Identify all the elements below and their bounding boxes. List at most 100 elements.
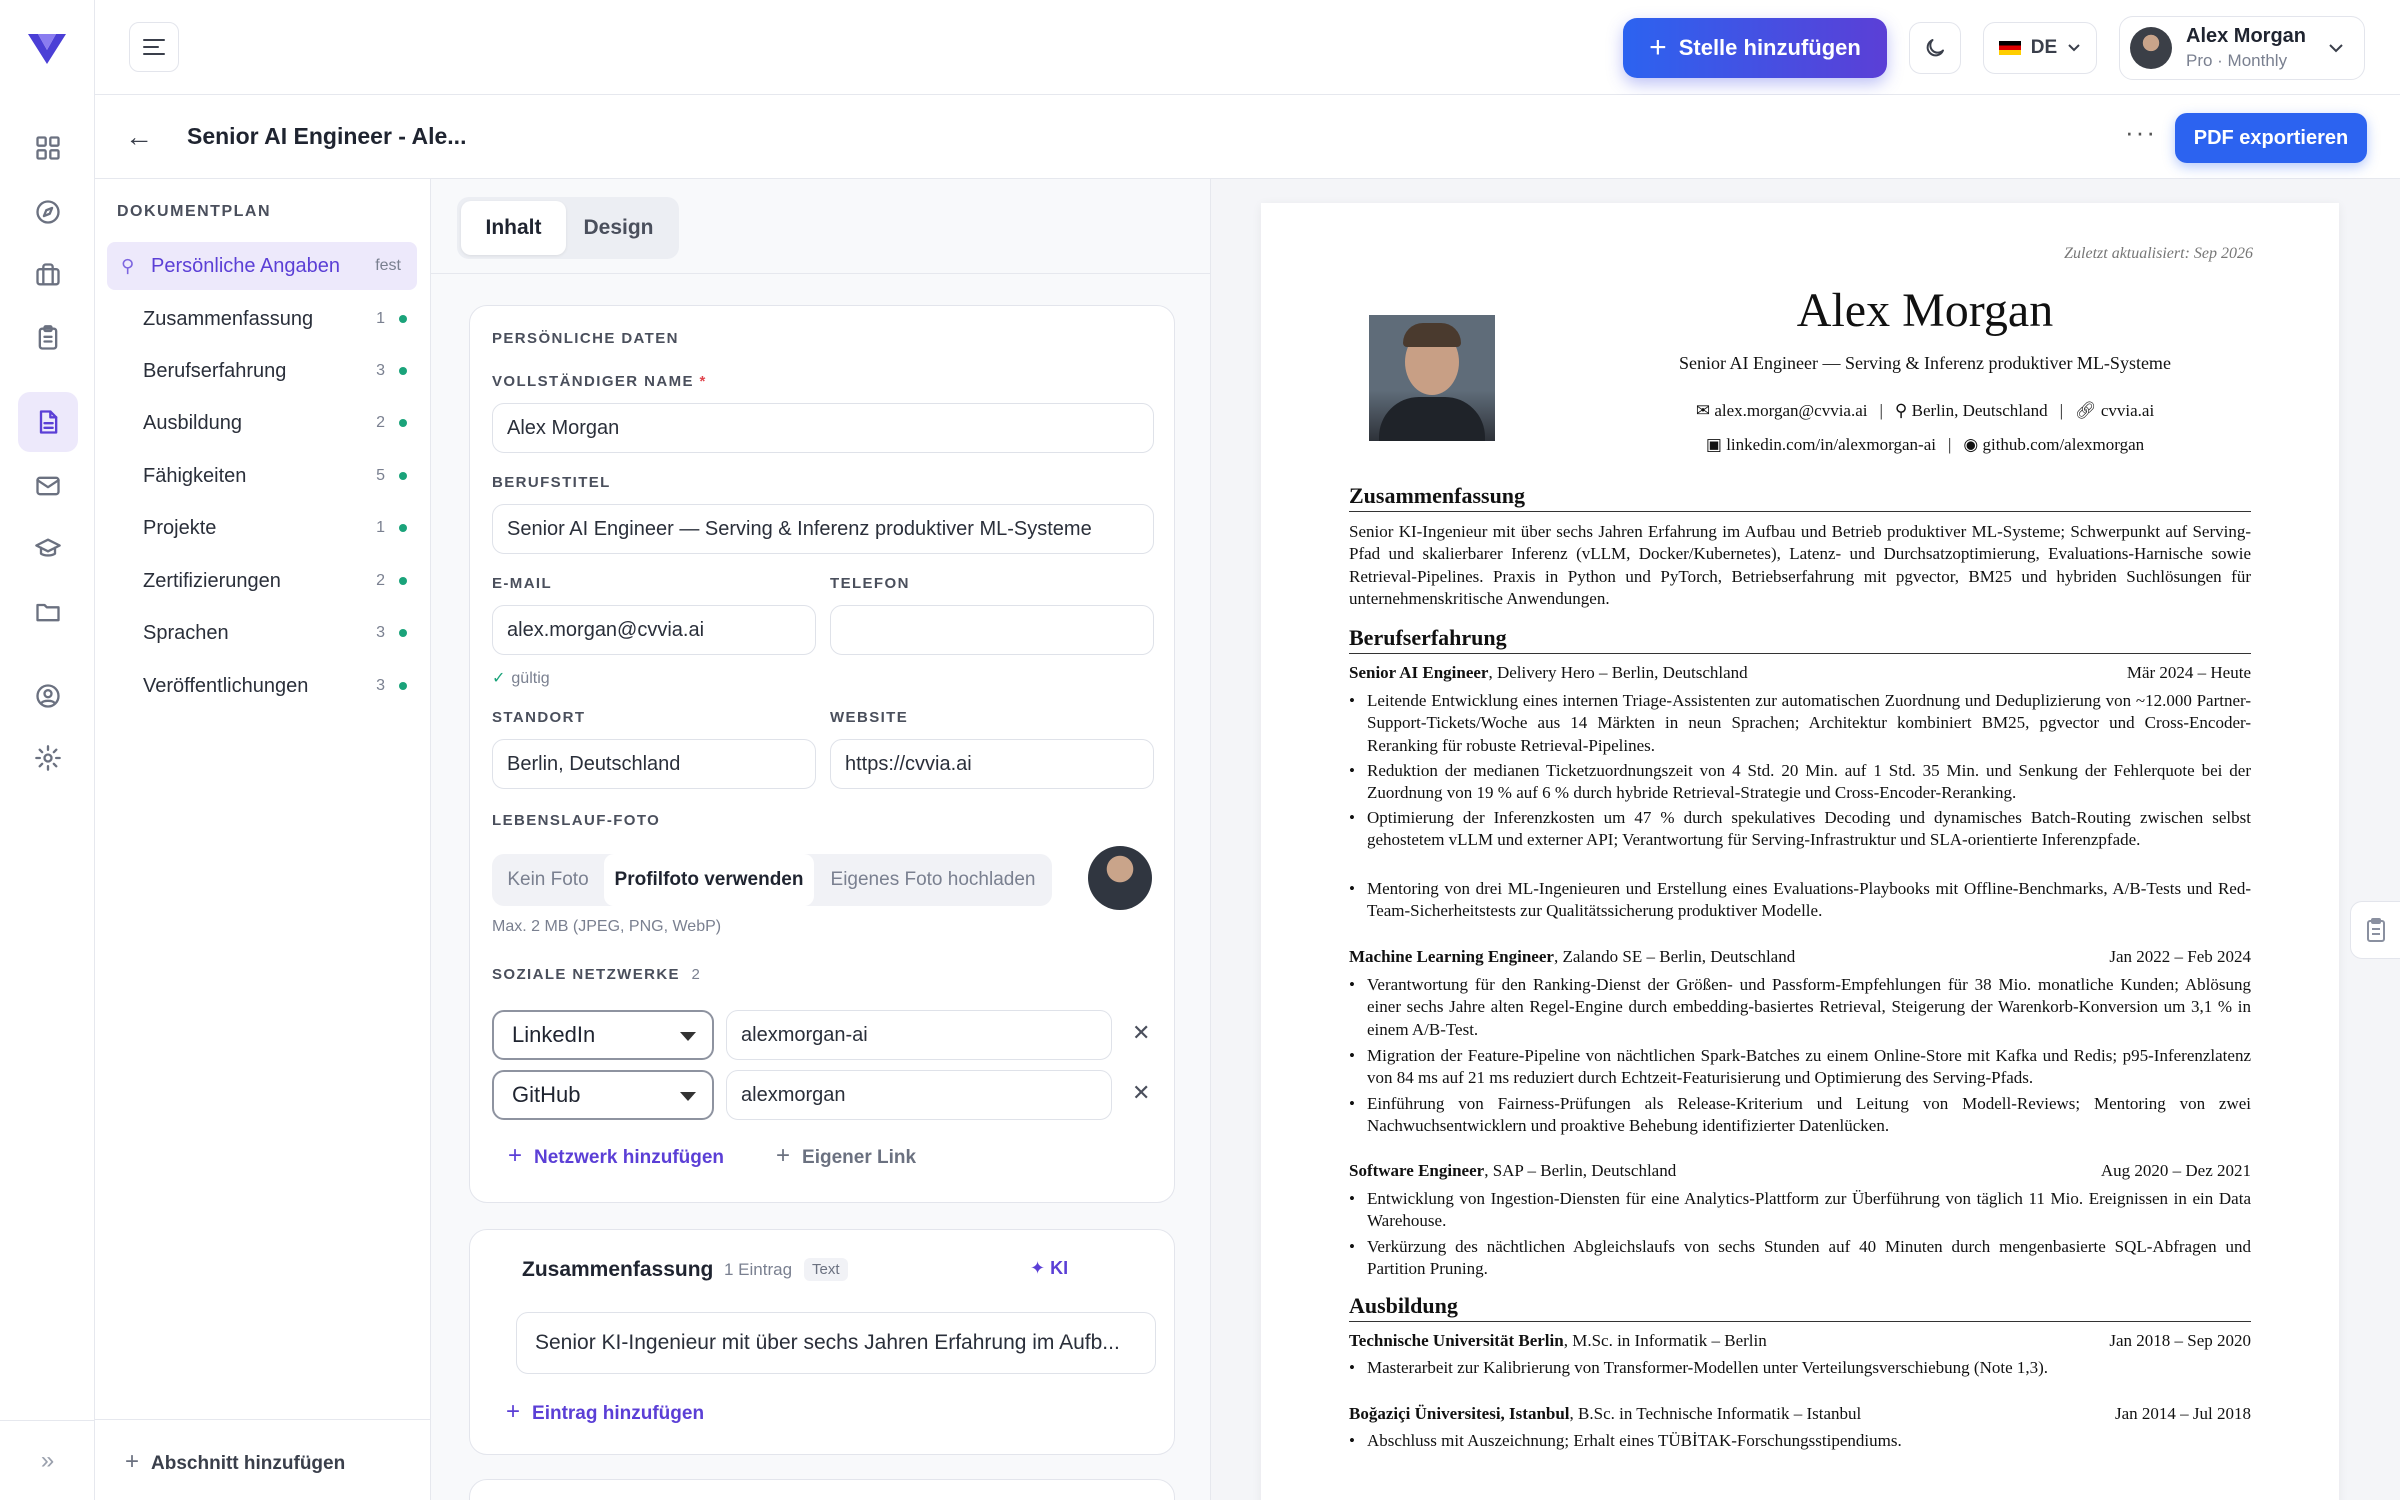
tab-design[interactable]: Design: [566, 201, 671, 255]
plan-item-label: Projekte: [143, 516, 217, 539]
german-flag-icon: [1998, 41, 2021, 55]
summary-entry-count: 1 Eintrag: [724, 1260, 793, 1279]
cv-bullet: Verkürzung des nächtlichen Abgleichslauf…: [1349, 1236, 2251, 1281]
plan-item-label: Sprachen: [143, 621, 229, 644]
cv-job-header: Software Engineer, SAP – Berlin, Deutsch…: [1349, 1161, 2251, 1180]
plan-item-publications[interactable]: Veröffentlichungen 3: [107, 662, 417, 710]
graduation-cap-icon[interactable]: [28, 529, 68, 569]
email-field[interactable]: alex.morgan@cvvia.ai: [492, 605, 816, 655]
add-job-label: Stelle hinzufügen: [1678, 35, 1861, 60]
job-title-label: BERUFSTITEL: [492, 474, 611, 491]
floating-clipboard-button[interactable]: [2350, 901, 2400, 959]
location-field[interactable]: Berlin, Deutschland: [492, 739, 816, 789]
compass-icon[interactable]: [28, 192, 68, 232]
cv-education-heading: Ausbildung: [1349, 1293, 2251, 1322]
plan-item-count: 3: [376, 624, 385, 641]
cv-summary-heading: Zusammenfassung: [1349, 483, 2251, 512]
social-network-select[interactable]: LinkedIn: [492, 1010, 714, 1060]
cv-location: Berlin, Deutschland: [1911, 401, 2048, 420]
link-icon: 🔗︎: [2074, 401, 2101, 420]
cv-email: alex.morgan@cvvia.ai: [1714, 401, 1868, 420]
job-title-field[interactable]: Senior AI Engineer — Serving & Inferenz …: [492, 504, 1154, 554]
photo-option-profile[interactable]: Profilfoto verwenden: [604, 854, 814, 906]
cv-role: Senior AI Engineer — Serving & Inferenz …: [1679, 353, 2171, 373]
photo-option-upload[interactable]: Eigenes Foto hochladen: [814, 854, 1052, 906]
folder-icon[interactable]: [28, 592, 68, 632]
cv-bullet: Reduktion der medianen Ticketzuordnungsz…: [1349, 760, 2251, 805]
cv-contact-line-1: ✉ alex.morgan@cvvia.ai | ⚲ Berlin, Deutsch…: [1695, 401, 2155, 420]
document-header: ← Senior AI Engineer - Ale... ··· PDF ex…: [95, 95, 2400, 179]
document-icon[interactable]: [18, 392, 78, 452]
back-arrow-icon[interactable]: ←: [125, 121, 153, 153]
check-icon: ✓: [492, 670, 506, 687]
plan-item-count: 3: [376, 362, 385, 379]
close-icon[interactable]: ✕: [1132, 1020, 1150, 1046]
dashboard-icon[interactable]: [28, 128, 68, 168]
summary-entry-field[interactable]: Senior KI-Ingenieur mit über sechs Jahre…: [516, 1312, 1156, 1374]
plus-icon: +: [506, 1398, 521, 1425]
photo-option-selector: Kein Foto Profilfoto verwenden Eigenes F…: [492, 854, 1052, 906]
close-icon[interactable]: ✕: [1132, 1080, 1150, 1106]
social-networks-label: SOZIALE NETZWERKE 2: [492, 966, 702, 983]
photo-option-none[interactable]: Kein Foto: [492, 854, 604, 906]
tab-content[interactable]: Inhalt: [461, 201, 566, 255]
language-label: DE: [2030, 37, 2058, 58]
app-logo[interactable]: [26, 28, 68, 68]
profile-photo-thumbnail: [1088, 846, 1152, 910]
editor-panel: Inhalt Design PERSÖNLICHE DATEN VOLLSTÄN…: [431, 179, 1211, 1500]
cv-bullet: Optimierung der Inferenzkosten um 47 % d…: [1349, 807, 2251, 852]
editor-tabs: Inhalt Design: [457, 197, 679, 259]
add-job-button[interactable]: + Stelle hinzufügen: [1623, 18, 1887, 78]
language-select[interactable]: DE: [1983, 22, 2097, 74]
github-icon: ◉: [1963, 435, 1983, 454]
phone-field[interactable]: [830, 605, 1154, 655]
cv-experience-heading: Berufserfahrung: [1349, 625, 2251, 654]
next-section-card: [469, 1479, 1175, 1500]
summary-title: Zusammenfassung: [522, 1258, 714, 1281]
export-pdf-button[interactable]: PDF exportieren: [2175, 113, 2367, 163]
cv-document: Zuletzt aktualisiert: Sep 2026 Alex Morg…: [1261, 203, 2339, 1500]
plan-item-languages[interactable]: Sprachen 3: [107, 609, 417, 657]
divider: [431, 273, 1210, 274]
mail-icon[interactable]: [28, 466, 68, 506]
add-entry-button[interactable]: + Eintrag hinzufügen: [506, 1398, 704, 1426]
user-circle-icon[interactable]: [28, 676, 68, 716]
more-options-icon[interactable]: ···: [2125, 117, 2157, 148]
gear-icon[interactable]: [28, 738, 68, 778]
plan-item-skills[interactable]: Fähigkeiten 5: [107, 452, 417, 500]
social-handle-field[interactable]: alexmorgan: [726, 1070, 1112, 1120]
personal-data-card: PERSÖNLICHE DATEN VOLLSTÄNDIGER NAME * A…: [469, 305, 1175, 1203]
plan-item-summary[interactable]: Zusammenfassung 1: [107, 295, 417, 343]
ai-assist-button[interactable]: ✦ KI: [1030, 1258, 1068, 1279]
plan-item-experience[interactable]: Berufserfahrung 3: [107, 347, 417, 395]
cv-website: cvvia.ai: [2100, 401, 2155, 420]
full-name-field[interactable]: Alex Morgan: [492, 403, 1154, 453]
plan-item-certifications[interactable]: Zertifizierungen 2: [107, 557, 417, 605]
social-handle-field[interactable]: alexmorgan-ai: [726, 1010, 1112, 1060]
cv-education-header: Boğaziçi Üniversitesi, Istanbul, B.Sc. i…: [1349, 1404, 2251, 1423]
add-network-button[interactable]: + Netzwerk hinzufügen: [508, 1142, 724, 1170]
plan-item-label: Ausbildung: [143, 411, 242, 434]
plan-item-education[interactable]: Ausbildung 2: [107, 399, 417, 447]
cv-preview-pane: Zuletzt aktualisiert: Sep 2026 Alex Morg…: [1211, 179, 2400, 1500]
plan-item-projects[interactable]: Projekte 1: [107, 504, 417, 552]
plan-item-count: 2: [376, 414, 385, 431]
custom-link-button[interactable]: + Eigener Link: [776, 1142, 916, 1170]
clipboard-icon[interactable]: [28, 318, 68, 358]
website-field[interactable]: https://cvvia.ai: [830, 739, 1154, 789]
social-network-select[interactable]: GitHub: [492, 1070, 714, 1120]
avatar: [2130, 27, 2172, 69]
status-dot: [399, 419, 407, 427]
plan-item-label: Berufserfahrung: [143, 359, 287, 382]
user-menu-button[interactable]: Alex Morgan Pro · Monthly: [2119, 16, 2365, 80]
add-section-button[interactable]: + Abschnitt hinzufügen: [125, 1448, 345, 1476]
collapse-rail-button[interactable]: »: [0, 1420, 95, 1500]
plan-item-personal-info[interactable]: ⚲ Persönliche Angaben fest: [107, 242, 417, 290]
plan-item-label: Fähigkeiten: [143, 464, 247, 487]
theme-toggle-button[interactable]: [1909, 22, 1961, 74]
hamburger-icon: [143, 39, 165, 55]
briefcase-icon[interactable]: [28, 255, 68, 295]
email-label: E-MAIL: [492, 575, 553, 592]
menu-toggle-button[interactable]: [129, 22, 179, 72]
cv-bullet: Entwicklung von Ingestion-Diensten für e…: [1349, 1188, 2251, 1233]
